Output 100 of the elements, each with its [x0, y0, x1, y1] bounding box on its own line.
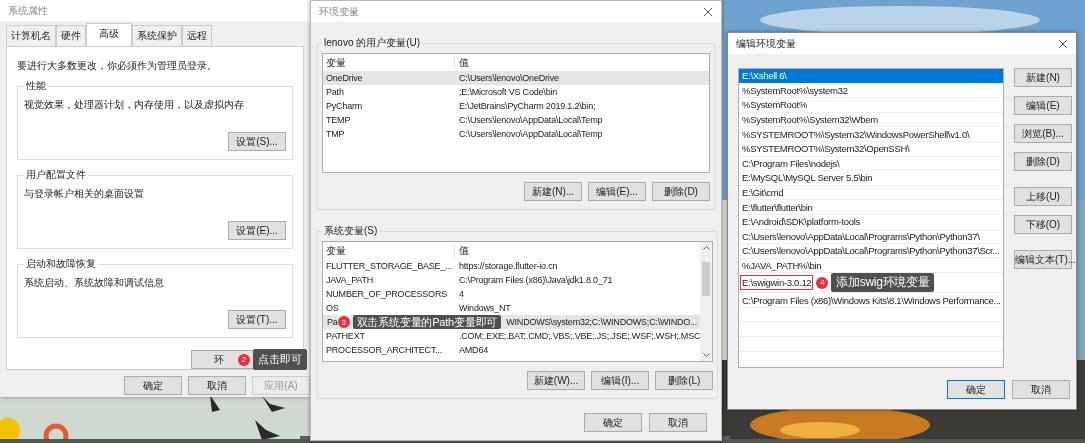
list-item[interactable]: %SystemRoot%: [739, 98, 1003, 113]
column-header[interactable]: 变量: [323, 243, 454, 258]
table-row[interactable]: OneDrive C:\Users\lenovo\OneDrive: [323, 71, 709, 85]
list-item[interactable]: E:\Android\SDK\platform-tools: [739, 214, 1003, 230]
table-cell-text: E:\JetBrains\PyCharm 2019.1.2\bin;: [458, 101, 596, 111]
table-cell-text: AMD64: [458, 345, 488, 355]
dialog-button[interactable]: 删除(D): [652, 182, 710, 201]
table-cell-text: NUMBER_OF_PROCESSORS: [325, 289, 449, 299]
path-text: E:\flutter\flutter\bin: [741, 200, 814, 214]
tab[interactable]: 系统保护: [132, 25, 182, 46]
table-row[interactable]: JAVA_PATH C:\Program Files (x86)\Java\jdk1.8.0_71: [323, 273, 701, 287]
tab[interactable]: 计算机名: [6, 25, 56, 46]
tooltip: 点击即可: [253, 349, 307, 370]
table-cell-text: .COM;.EXE;.BAT;.CMD;.VBS;.VBE;.JS;.JSE;.WSF;.WSH;.MSC: [458, 331, 701, 341]
scroll-up-icon[interactable]: [702, 246, 710, 250]
path-text: E:\Git\cmd: [741, 186, 785, 200]
column-header[interactable]: 变量: [323, 55, 454, 70]
dialog-button[interactable]: 新建(N)...: [524, 182, 582, 201]
settings-button[interactable]: 设置(S)...: [228, 132, 286, 151]
table-cell-text: Pa: [326, 317, 338, 327]
group-title: 用户配置文件: [25, 168, 87, 182]
list-item[interactable]: C:\Users\lenovo\AppData\Local\Programs\Python\Python37\Scr...: [739, 244, 1003, 259]
dialog-button[interactable]: 新建(W)...: [526, 371, 586, 390]
dialog-button[interactable]: 上移(U): [1014, 187, 1072, 206]
list-item[interactable]: E:\Git\cmd: [739, 185, 1003, 201]
list-item[interactable]: C:\Users\lenovo\AppData\Local\Programs\Python\Python37\: [739, 229, 1003, 245]
close-icon[interactable]: [1058, 38, 1068, 49]
dialog-button[interactable]: 确定: [584, 413, 642, 432]
scrollbar[interactable]: [700, 242, 713, 361]
table-cell-text: TEMP: [325, 115, 352, 125]
table-row[interactable]: FLUTTER_STORAGE_BASE_... https://storage.flutter-io.cn: [323, 259, 701, 273]
group-description: 与登录帐户相关的桌面设置: [24, 187, 145, 201]
dialog-button[interactable]: 编辑(E)...: [588, 182, 646, 201]
table-cell-text: 4: [458, 289, 464, 299]
column-header[interactable]: 值: [454, 243, 469, 258]
dialog-button[interactable]: 取消: [649, 413, 707, 432]
settings-button[interactable]: 设置(T)...: [228, 310, 286, 329]
tab[interactable]: 硬件: [56, 25, 86, 46]
tooltip: 双击系统变量的Path变量即可: [352, 315, 502, 329]
dialog-button[interactable]: 取消: [188, 376, 246, 395]
table-cell-text: Path: [325, 87, 345, 97]
table-row[interactable]: TEMP C:\Users\lenovo\AppData\Local\Temp: [323, 113, 709, 127]
column-header[interactable]: 值: [454, 55, 469, 70]
dialog-button[interactable]: 删除(D): [1014, 152, 1072, 171]
list-item[interactable]: %SYSTEMROOT%\System32\OpenSSH\: [739, 141, 1003, 157]
table-cell-text: C:\Users\lenovo\AppData\Local\Temp: [458, 115, 603, 125]
dialog-button[interactable]: 编辑(E): [1014, 96, 1072, 115]
list-item[interactable]: E:\swigwin-3.0.12 4 添加swig环境变量: [739, 273, 1003, 294]
list-item[interactable]: C:\Program Files\nodejs\: [739, 156, 1003, 172]
window-title: 系统属性: [8, 3, 48, 18]
table-cell-text: PATHEXT: [325, 331, 366, 341]
list-item[interactable]: %SystemRoot%\system32: [739, 83, 1003, 99]
group-title: 性能: [25, 79, 47, 93]
table-cell-text: https://storage.flutter-io.cn: [458, 261, 558, 271]
table-cell-text: OneDrive: [325, 73, 364, 83]
window-title: 编辑环境变量: [736, 36, 796, 51]
path-text: E:\Xshell 6\: [741, 69, 788, 83]
list-item[interactable]: E:\MySQL\MySQL Server 5.5\bin: [739, 171, 1003, 186]
group-title: 系统变量(S): [323, 224, 379, 238]
table-cell-text: WINDOWS\system32;C:\WINDOWS;C:\WINDO...: [505, 317, 697, 327]
table-cell-text: C:\Users\lenovo\OneDrive: [458, 73, 559, 83]
dialog-button[interactable]: 浏览(B)...: [1014, 124, 1072, 143]
tab[interactable]: 高级: [86, 23, 132, 46]
table-row[interactable]: Pa 3 双击系统变量的Path变量即可 WINDOWS\system32;C:\WINDOWS;C:\WINDO...: [323, 315, 701, 329]
table-cell-text: Windows_NT: [458, 303, 511, 313]
group-title: lenovo 的用户变量(U): [323, 36, 422, 50]
group-title: 启动和故障恢复: [25, 257, 97, 271]
table-row[interactable]: NUMBER_OF_PROCESSORS 4: [323, 287, 701, 301]
dialog-button[interactable]: 下移(O): [1014, 215, 1072, 234]
table-row[interactable]: PATHEXT .COM;.EXE;.BAT;.CMD;.VBS;.VBE;.JS;.JSE;.WSF;.WSH;.MSC: [323, 329, 701, 343]
table-row[interactable]: OS Windows_NT: [323, 301, 701, 315]
list-item[interactable]: E:\Xshell 6\: [739, 69, 1003, 84]
table-row[interactable]: PyCharm E:\JetBrains\PyCharm 2019.1.2\bin;: [323, 99, 709, 113]
path-text: E:\MySQL\MySQL Server 5.5\bin: [741, 171, 874, 185]
scroll-down-icon[interactable]: [702, 353, 710, 357]
settings-button[interactable]: 设置(E)...: [228, 221, 286, 240]
close-icon[interactable]: [703, 6, 713, 17]
list-item[interactable]: %SystemRoot%\System32\Wbem: [739, 112, 1003, 128]
dialog-button[interactable]: 新建(N): [1014, 68, 1072, 87]
scroll-thumb[interactable]: [702, 262, 711, 296]
dialog-button[interactable]: 确定: [947, 380, 1005, 399]
table-row[interactable]: Path ;E:\Microsoft VS Code\bin: [323, 85, 709, 99]
window-title: 环境变量: [319, 4, 359, 19]
step-badge: 4: [816, 276, 829, 289]
table-row[interactable]: TMP C:\Users\lenovo\AppData\Local\Temp: [323, 127, 709, 141]
step-badge: 3: [337, 316, 350, 328]
dialog-button[interactable]: 编辑(I)...: [591, 371, 650, 390]
dialog-button[interactable]: 确定: [124, 376, 182, 395]
table-cell-text: TMP: [325, 129, 346, 139]
path-text: %SYSTEMROOT%\System32\OpenSSH\: [741, 142, 911, 156]
list-item[interactable]: %SYSTEMROOT%\System32\WindowsPowerShell\v1.0\: [739, 127, 1003, 142]
dialog-button[interactable]: 删除(L): [655, 371, 714, 390]
path-text: %JAVA_PATH%\bin: [741, 259, 823, 272]
tab[interactable]: 远程: [182, 25, 212, 46]
tooltip: 添加swig环境变量: [831, 273, 935, 293]
dialog-button[interactable]: 取消: [1012, 380, 1070, 399]
table-row[interactable]: PROCESSOR_ARCHITECT... AMD64: [323, 343, 701, 357]
list-item[interactable]: C:\Program Files (x86)\Windows Kits\8.1\Windows Performance...: [739, 293, 1003, 308]
list-item[interactable]: E:\flutter\flutter\bin: [739, 200, 1003, 215]
path-text: %SYSTEMROOT%\System32\WindowsPowerShell\v1.0\: [741, 127, 971, 141]
